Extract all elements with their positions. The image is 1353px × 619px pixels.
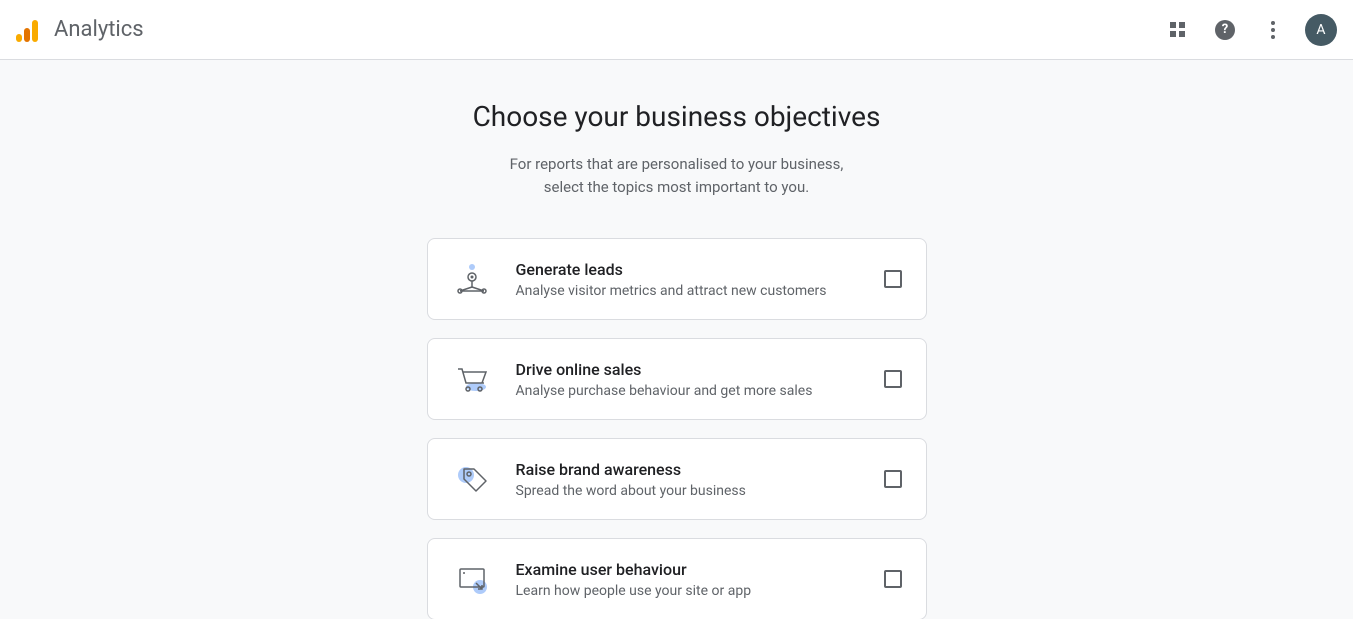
objective-checkbox[interactable] bbox=[884, 470, 902, 488]
apps-button[interactable] bbox=[1157, 10, 1197, 50]
objective-title: Examine user behaviour bbox=[516, 560, 860, 579]
objective-card[interactable]: Drive online sales Analyse purchase behav… bbox=[427, 338, 927, 420]
leads-icon bbox=[452, 259, 492, 299]
device-icon bbox=[452, 559, 492, 599]
objective-body: Examine user behaviour Learn how people u… bbox=[516, 560, 860, 599]
objective-checkbox[interactable] bbox=[884, 370, 902, 388]
cart-icon bbox=[452, 359, 492, 399]
objective-desc: Spread the word about your business bbox=[516, 483, 860, 499]
tag-icon bbox=[452, 459, 492, 499]
objective-card[interactable]: Generate leads Analyse visitor metrics an… bbox=[427, 238, 927, 320]
more-vert-icon bbox=[1271, 21, 1275, 39]
objective-body: Drive online sales Analyse purchase behav… bbox=[516, 360, 860, 399]
help-icon: ? bbox=[1215, 20, 1235, 40]
objective-desc: Learn how people use your site or app bbox=[516, 583, 860, 599]
product-name: Analytics bbox=[54, 17, 144, 42]
page-subtitle: For reports that are personalised to you… bbox=[427, 153, 927, 198]
app-header: Analytics ? A bbox=[0, 0, 1353, 60]
objective-title: Generate leads bbox=[516, 260, 860, 279]
objective-title: Drive online sales bbox=[516, 360, 860, 379]
main-content: Choose your business objectives For repo… bbox=[0, 60, 1353, 619]
analytics-logo-icon bbox=[16, 18, 38, 42]
page-title: Choose your business objectives bbox=[427, 100, 927, 133]
objective-card[interactable]: Raise brand awareness Spread the word abo… bbox=[427, 438, 927, 520]
objective-desc: Analyse visitor metrics and attract new … bbox=[516, 283, 860, 299]
objectives-list: Generate leads Analyse visitor metrics an… bbox=[427, 238, 927, 619]
objective-body: Generate leads Analyse visitor metrics an… bbox=[516, 260, 860, 299]
objective-title: Raise brand awareness bbox=[516, 460, 860, 479]
help-button[interactable]: ? bbox=[1205, 10, 1245, 50]
apps-grid-icon bbox=[1170, 22, 1185, 37]
objective-checkbox[interactable] bbox=[884, 570, 902, 588]
logo-area: Analytics bbox=[16, 17, 144, 42]
header-actions: ? A bbox=[1157, 10, 1337, 50]
objective-desc: Analyse purchase behaviour and get more … bbox=[516, 383, 860, 399]
objective-card[interactable]: Examine user behaviour Learn how people u… bbox=[427, 538, 927, 619]
more-button[interactable] bbox=[1253, 10, 1293, 50]
objective-checkbox[interactable] bbox=[884, 270, 902, 288]
objective-body: Raise brand awareness Spread the word abo… bbox=[516, 460, 860, 499]
avatar[interactable]: A bbox=[1305, 14, 1337, 46]
